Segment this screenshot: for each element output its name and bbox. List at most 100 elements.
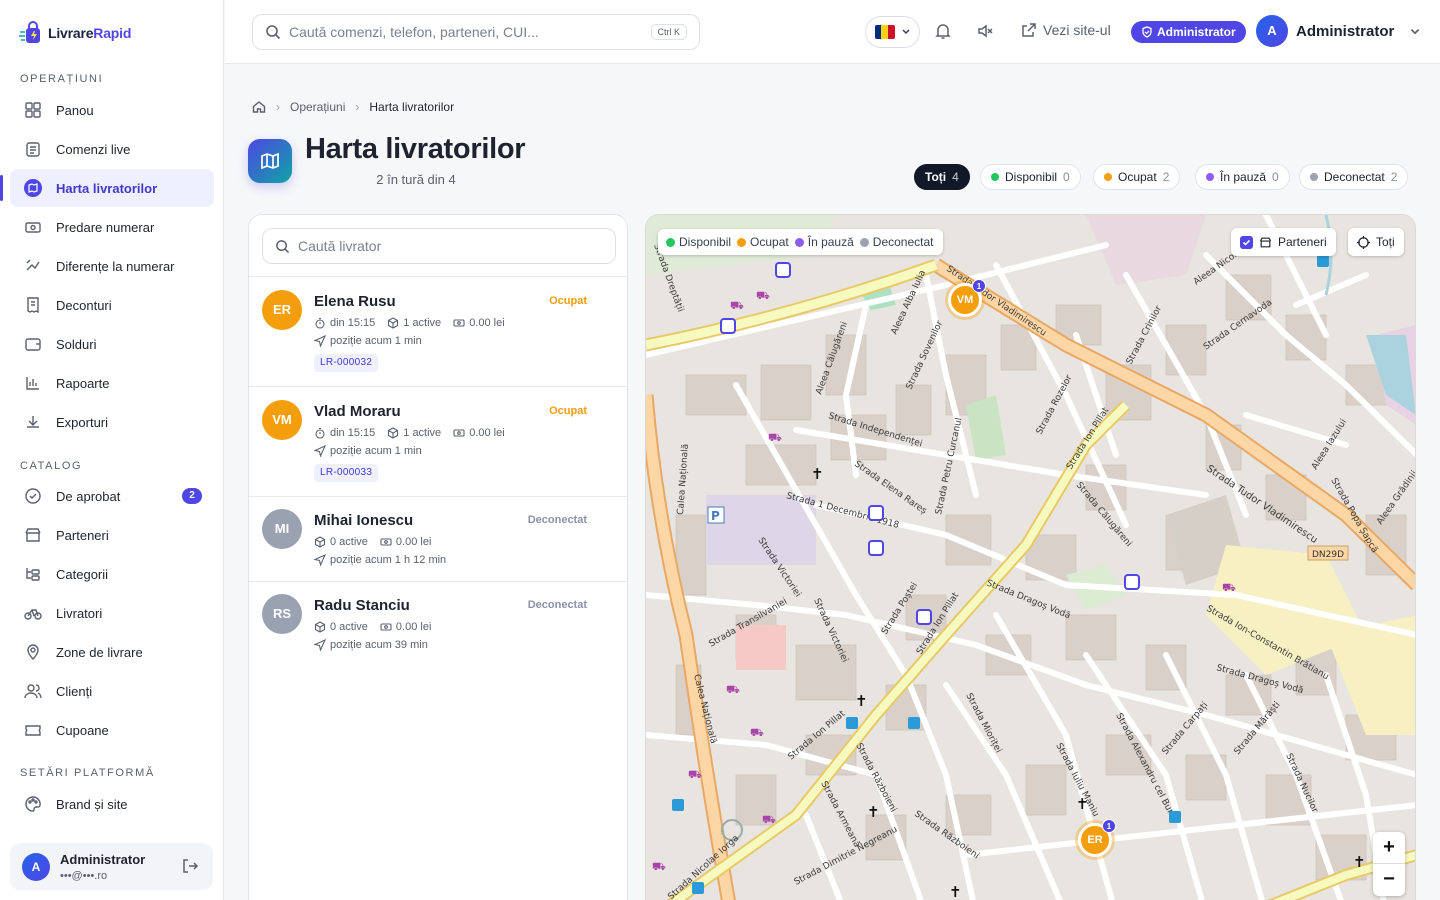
courier-item[interactable]: VM Vlad Moraru Ocupat din 15:15 1 active… bbox=[249, 386, 627, 496]
sidebar-user-card: A Administrator •••@•••.ro bbox=[10, 843, 213, 890]
courier-meta: din 15:15 1 active 0.00 lei bbox=[314, 317, 513, 329]
bag-logo-icon bbox=[19, 21, 40, 43]
search-icon bbox=[266, 25, 281, 40]
show-all-button[interactable]: Toți bbox=[1348, 228, 1404, 256]
sidebar-item-deconturi[interactable]: Deconturi bbox=[10, 286, 214, 324]
topbar: Ctrl K Vezi site-ul Administrator A Admi… bbox=[225, 0, 1440, 64]
sidebar-item-label: Clienți bbox=[56, 683, 93, 699]
package-icon bbox=[388, 427, 399, 439]
global-search[interactable]: Ctrl K bbox=[252, 14, 700, 50]
sidebar-item-panou[interactable]: Panou bbox=[10, 91, 214, 129]
courier-item[interactable]: ER Elena Rusu Ocupat din 15:15 1 active … bbox=[249, 276, 627, 386]
avatar: MI bbox=[262, 509, 302, 549]
cash-icon bbox=[25, 222, 41, 233]
status-dot bbox=[859, 237, 869, 247]
sidebar-item-clienti[interactable]: Clienți bbox=[10, 672, 214, 710]
order-tag[interactable]: LR-000032 bbox=[314, 354, 379, 372]
courier-position: poziție acum 39 min bbox=[314, 639, 428, 651]
svg-text:✝: ✝ bbox=[1076, 795, 1089, 813]
sidebar-item-harta[interactable]: Harta livratorilor bbox=[0, 169, 214, 207]
sidebar-item-brand[interactable]: Brand și site bbox=[10, 785, 214, 823]
svg-text:✝: ✝ bbox=[867, 803, 880, 821]
chevron-down-icon bbox=[1410, 29, 1419, 35]
sidebar-item-predare[interactable]: Predare numerar bbox=[10, 208, 214, 246]
marker-count-badge: 1 bbox=[1102, 819, 1116, 833]
user-name: Administrator bbox=[60, 852, 146, 867]
section-catalog: CATALOG bbox=[20, 460, 94, 472]
courier-panel: ER Elena Rusu Ocupat din 15:15 1 active … bbox=[248, 214, 628, 900]
navigation-icon bbox=[314, 335, 326, 347]
avatar: A bbox=[22, 853, 50, 881]
courier-search[interactable] bbox=[262, 228, 616, 264]
zoom-out-button[interactable]: − bbox=[1373, 864, 1405, 896]
courier-meta: 0 active 0.00 lei bbox=[314, 536, 439, 548]
status-dot bbox=[1310, 173, 1318, 181]
svg-text:✝: ✝ bbox=[1353, 853, 1366, 871]
courier-item[interactable]: RS Radu Stanciu Deconectat 0 active 0.00… bbox=[249, 581, 627, 666]
language-selector[interactable] bbox=[865, 16, 920, 48]
check-circle-icon bbox=[25, 488, 41, 504]
filter-disponibil[interactable]: Disponibil 0 bbox=[980, 164, 1081, 190]
delivery-map[interactable]: Strada Tudor Vladimirescu Strada Tudor V… bbox=[645, 214, 1416, 900]
courier-search-input[interactable] bbox=[298, 238, 598, 254]
courier-position: poziție acum 1 min bbox=[314, 335, 422, 347]
brand-logo[interactable]: LivrareRapid bbox=[18, 20, 131, 46]
user-email: •••@•••.ro bbox=[60, 870, 108, 882]
sidebar-item-exporturi[interactable]: Exporturi bbox=[10, 403, 214, 441]
page-subtitle: 2 în tură din 4 bbox=[376, 172, 456, 187]
page-title: Harta livratorilor bbox=[305, 133, 526, 165]
sidebar-item-categorii[interactable]: Categorii bbox=[10, 555, 214, 593]
shield-icon bbox=[1142, 26, 1152, 38]
sidebar-item-solduri[interactable]: Solduri bbox=[10, 325, 214, 363]
section-setari: SETĂRI PLATFORMĂ bbox=[20, 767, 167, 779]
navigation-icon bbox=[314, 639, 326, 651]
map-icon bbox=[261, 152, 279, 170]
sidebar-item-label: Categorii bbox=[56, 566, 109, 582]
global-search-input[interactable] bbox=[289, 24, 629, 40]
section-operatiuni: OPERAȚIUNI bbox=[20, 73, 115, 85]
order-tag[interactable]: LR-000033 bbox=[314, 464, 379, 482]
sidebar-item-livratori[interactable]: Livratori bbox=[10, 594, 214, 632]
receipt-icon bbox=[27, 297, 39, 314]
sidebar-item-diferente[interactable]: Diferențe la numerar bbox=[10, 247, 214, 285]
user-menu[interactable]: Administrator bbox=[1296, 23, 1421, 40]
sidebar-item-zone[interactable]: Zone de livrare bbox=[10, 633, 214, 671]
status-dot bbox=[1206, 173, 1214, 181]
filter-in-pauza[interactable]: În pauză 0 bbox=[1195, 164, 1290, 190]
avatar: ER bbox=[262, 290, 302, 330]
courier-name: Vlad Moraru bbox=[314, 403, 401, 420]
visit-site-link[interactable]: Vezi site-ul bbox=[1021, 22, 1111, 38]
courier-item[interactable]: MI Mihai Ionescu Deconectat 0 active 0.0… bbox=[249, 496, 627, 581]
role-badge: Administrator bbox=[1131, 21, 1246, 43]
sidebar-item-cupoane[interactable]: Cupoane bbox=[10, 711, 214, 749]
svg-text:⛟: ⛟ bbox=[756, 289, 770, 302]
map-icon bbox=[24, 179, 42, 197]
courier-name: Radu Stanciu bbox=[314, 597, 410, 614]
filter-deconectat[interactable]: Deconectat 2 bbox=[1299, 164, 1409, 190]
zoom-in-button[interactable]: + bbox=[1373, 832, 1405, 864]
svg-text:DN29D: DN29D bbox=[1312, 550, 1344, 560]
sidebar-item-rapoarte[interactable]: Rapoarte bbox=[10, 364, 214, 402]
checkbox-checked-icon[interactable] bbox=[1240, 235, 1253, 249]
status-dot bbox=[794, 237, 804, 247]
crosshair-icon bbox=[1357, 235, 1370, 249]
filter-toti[interactable]: Toți 4 bbox=[914, 164, 970, 190]
sidebar-item-parteneri[interactable]: Parteneri bbox=[10, 516, 214, 554]
sidebar-item-de-aprobat[interactable]: De aprobat 2 bbox=[10, 477, 214, 515]
sidebar-item-label: Exporturi bbox=[56, 414, 109, 430]
filter-ocupat[interactable]: Ocupat 2 bbox=[1093, 164, 1181, 190]
logout-icon[interactable] bbox=[181, 857, 199, 875]
sidebar-item-comenzi-live[interactable]: Comenzi live bbox=[10, 130, 214, 168]
breadcrumb-parent[interactable]: Operațiuni bbox=[290, 100, 345, 114]
sidebar-item-label: Rapoarte bbox=[56, 375, 110, 391]
status-badge: Ocupat bbox=[549, 295, 587, 307]
sound-muted-icon[interactable] bbox=[976, 22, 994, 40]
map-tiles[interactable]: Strada Tudor Vladimirescu Strada Tudor V… bbox=[646, 215, 1416, 900]
visit-site-label: Vezi site-ul bbox=[1043, 22, 1111, 38]
avatar[interactable]: A bbox=[1256, 15, 1288, 47]
home-icon[interactable] bbox=[252, 100, 266, 114]
bell-icon[interactable] bbox=[934, 22, 952, 40]
partners-toggle[interactable]: Parteneri bbox=[1231, 228, 1336, 256]
cash-icon bbox=[453, 429, 465, 437]
svg-text:⛟: ⛟ bbox=[750, 726, 764, 739]
